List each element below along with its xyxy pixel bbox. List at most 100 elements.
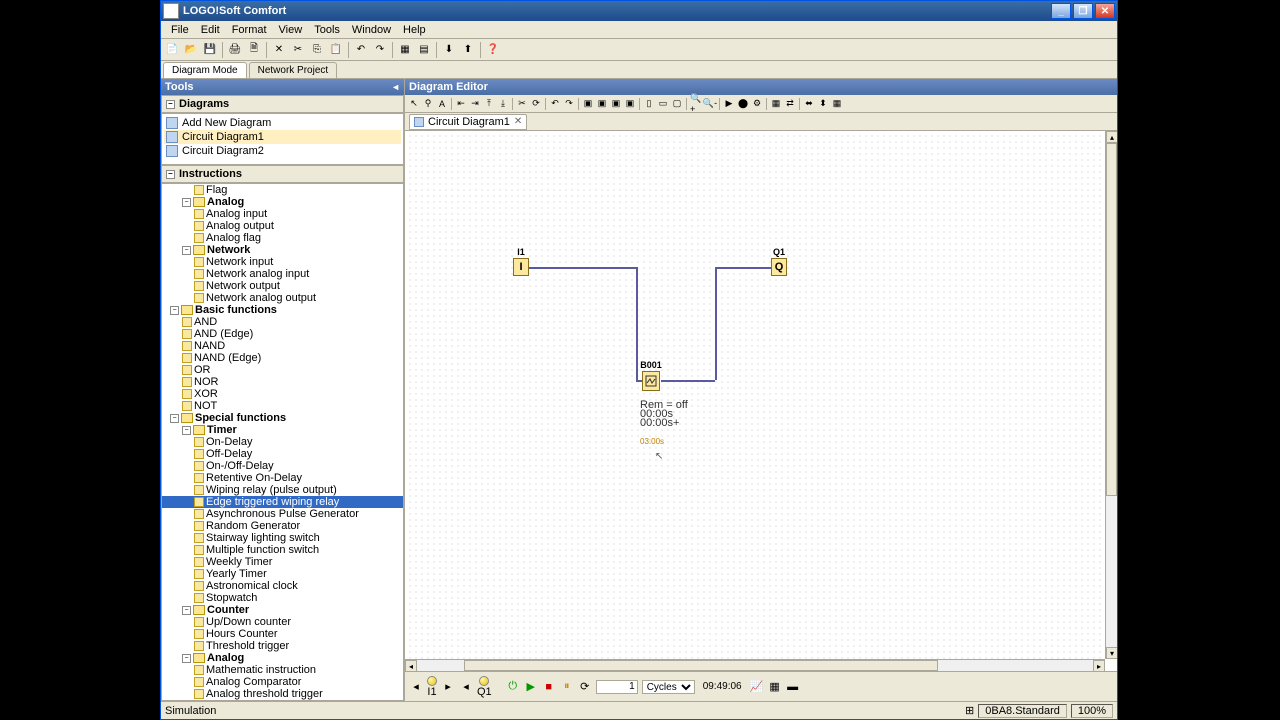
add-new-diagram[interactable]: Add New Diagram [164,116,401,130]
tree-leaf[interactable]: Edge triggered wiping relay [162,496,403,508]
print-icon[interactable]: 🖨 [226,41,244,59]
tree-leaf[interactable]: AND [162,316,403,328]
tree-leaf[interactable]: Analog output [162,220,403,232]
tree-leaf[interactable]: Off-Delay [162,448,403,460]
reconnect-icon[interactable]: ⟳ [529,97,543,111]
redo-icon[interactable]: ↷ [371,41,389,59]
restore-button[interactable]: ❐ [1073,3,1093,19]
sim-input-i1[interactable]: I1 [427,676,437,698]
tree-leaf[interactable]: Network output [162,280,403,292]
simulate-icon[interactable]: ▶ [722,97,736,111]
collapse-icon[interactable]: − [182,654,191,663]
collapse-icon[interactable]: − [182,426,191,435]
delete-icon[interactable]: ✕ [270,41,288,59]
menu-file[interactable]: File [165,22,195,38]
tree-folder[interactable]: −Analog [162,196,403,208]
tree-leaf[interactable]: Flag [162,184,403,196]
align-top-icon[interactable]: ⤒ [482,97,496,111]
tree-leaf[interactable]: Stopwatch [162,592,403,604]
tab-network-project[interactable]: Network Project [249,62,338,78]
menu-edit[interactable]: Edit [195,22,226,38]
block-b001[interactable]: B001 [642,371,660,391]
block-co-icon[interactable]: ▣ [581,97,595,111]
menu-tools[interactable]: Tools [308,22,346,38]
layout-icon-2[interactable]: ▤ [415,41,433,59]
diagram-item[interactable]: Circuit Diagram2 [164,144,401,158]
menu-window[interactable]: Window [346,22,397,38]
align-left-icon[interactable]: ⇤ [454,97,468,111]
params-icon[interactable]: ⚙ [750,97,764,111]
menu-help[interactable]: Help [397,22,432,38]
wire-segment[interactable] [661,380,715,382]
tree-leaf[interactable]: Multiple function switch [162,544,403,556]
tree-leaf[interactable]: Analog Comparator [162,676,403,688]
open-icon[interactable]: 📂 [182,41,200,59]
copy-icon[interactable]: ⎘ [308,41,326,59]
dist-h-icon[interactable]: ⬌ [802,97,816,111]
sim-output-q1[interactable]: Q1 [477,676,492,698]
help-pointer-icon[interactable]: ❓ [484,41,502,59]
block-gf-icon[interactable]: ▣ [595,97,609,111]
connector-icon[interactable]: ⚲ [421,97,435,111]
editor-tab[interactable]: Circuit Diagram1 ✕ [409,114,527,130]
block-sf-icon[interactable]: ▣ [609,97,623,111]
sim-play-icon[interactable]: ▶ [524,680,538,694]
tree-leaf[interactable]: Analog threshold trigger [162,688,403,700]
tree-folder[interactable]: −Special functions [162,412,403,424]
tree-leaf[interactable]: NAND (Edge) [162,352,403,364]
sim-msg-icon[interactable]: ▬ [786,680,800,694]
diagrams-section-header[interactable]: – Diagrams [161,95,404,113]
tree-folder[interactable]: −Timer [162,424,403,436]
print-preview-icon[interactable]: 🗎 [245,41,263,59]
sim-step-icon[interactable]: ⟳ [578,680,592,694]
zoom-out-icon[interactable]: 🔍- [703,97,717,111]
tree-leaf[interactable]: NAND [162,340,403,352]
collapse-icon[interactable]: − [182,246,191,255]
collapse-icon[interactable]: − [182,606,191,615]
tree-leaf[interactable]: Network analog input [162,268,403,280]
sim-stop-icon[interactable]: ■ [542,680,556,694]
tree-leaf[interactable]: Up/Down counter [162,616,403,628]
tree-leaf[interactable]: Astronomical clock [162,580,403,592]
tree-leaf[interactable]: NOT [162,400,403,412]
tab-diagram-mode[interactable]: Diagram Mode [163,62,247,78]
instructions-toggle-icon[interactable]: – [166,170,175,179]
tab-close-icon[interactable]: ✕ [514,116,522,127]
collapse-icon[interactable]: − [182,198,191,207]
text-icon[interactable]: A [435,97,449,111]
sim-next-icon[interactable]: ▸ [441,680,455,694]
cut-wire-icon[interactable]: ✂ [515,97,529,111]
instructions-section-header[interactable]: – Instructions [161,165,404,183]
tree-leaf[interactable]: Stairway lighting switch [162,532,403,544]
split-v-icon[interactable]: ▭ [656,97,670,111]
sim-cycles-input[interactable] [596,680,638,694]
collapse-icon[interactable]: − [170,306,179,315]
page-layout-icon[interactable]: ▦ [769,97,783,111]
vertical-scrollbar[interactable]: ▴ ▾ [1105,131,1117,659]
sim-table-icon[interactable]: ▦ [768,680,782,694]
tree-leaf[interactable]: Hours Counter [162,628,403,640]
scroll-right-icon[interactable]: ▸ [1093,660,1105,671]
tree-leaf[interactable]: Asynchronous Pulse Generator [162,508,403,520]
wire-segment[interactable] [715,267,717,380]
tree-leaf[interactable]: Mathematic instruction [162,664,403,676]
tree-folder[interactable]: −Basic functions [162,304,403,316]
tree-leaf[interactable]: Analog flag [162,232,403,244]
paste-icon[interactable]: 📋 [327,41,345,59]
block-q1[interactable]: Q1 Q [771,258,787,276]
sim-cycles-select[interactable]: Cycles [642,680,695,694]
sim-trend-icon[interactable]: 📈 [750,680,764,694]
close-button[interactable]: ✕ [1095,3,1115,19]
wire-segment[interactable] [636,267,638,380]
tree-folder[interactable]: −Analog [162,652,403,664]
menu-view[interactable]: View [273,22,309,38]
instructions-tree[interactable]: Flag−AnalogAnalog inputAnalog outputAnal… [161,183,404,701]
tree-leaf[interactable]: Analog Amplifier [162,700,403,701]
diagrams-toggle-icon[interactable]: – [166,100,175,109]
split-none-icon[interactable]: ▢ [670,97,684,111]
scroll-thumb[interactable] [1106,143,1117,496]
tree-leaf[interactable]: Threshold trigger [162,640,403,652]
transfer-up-icon[interactable]: ⬆ [459,41,477,59]
tree-leaf[interactable]: XOR [162,388,403,400]
tree-leaf[interactable]: On-Delay [162,436,403,448]
